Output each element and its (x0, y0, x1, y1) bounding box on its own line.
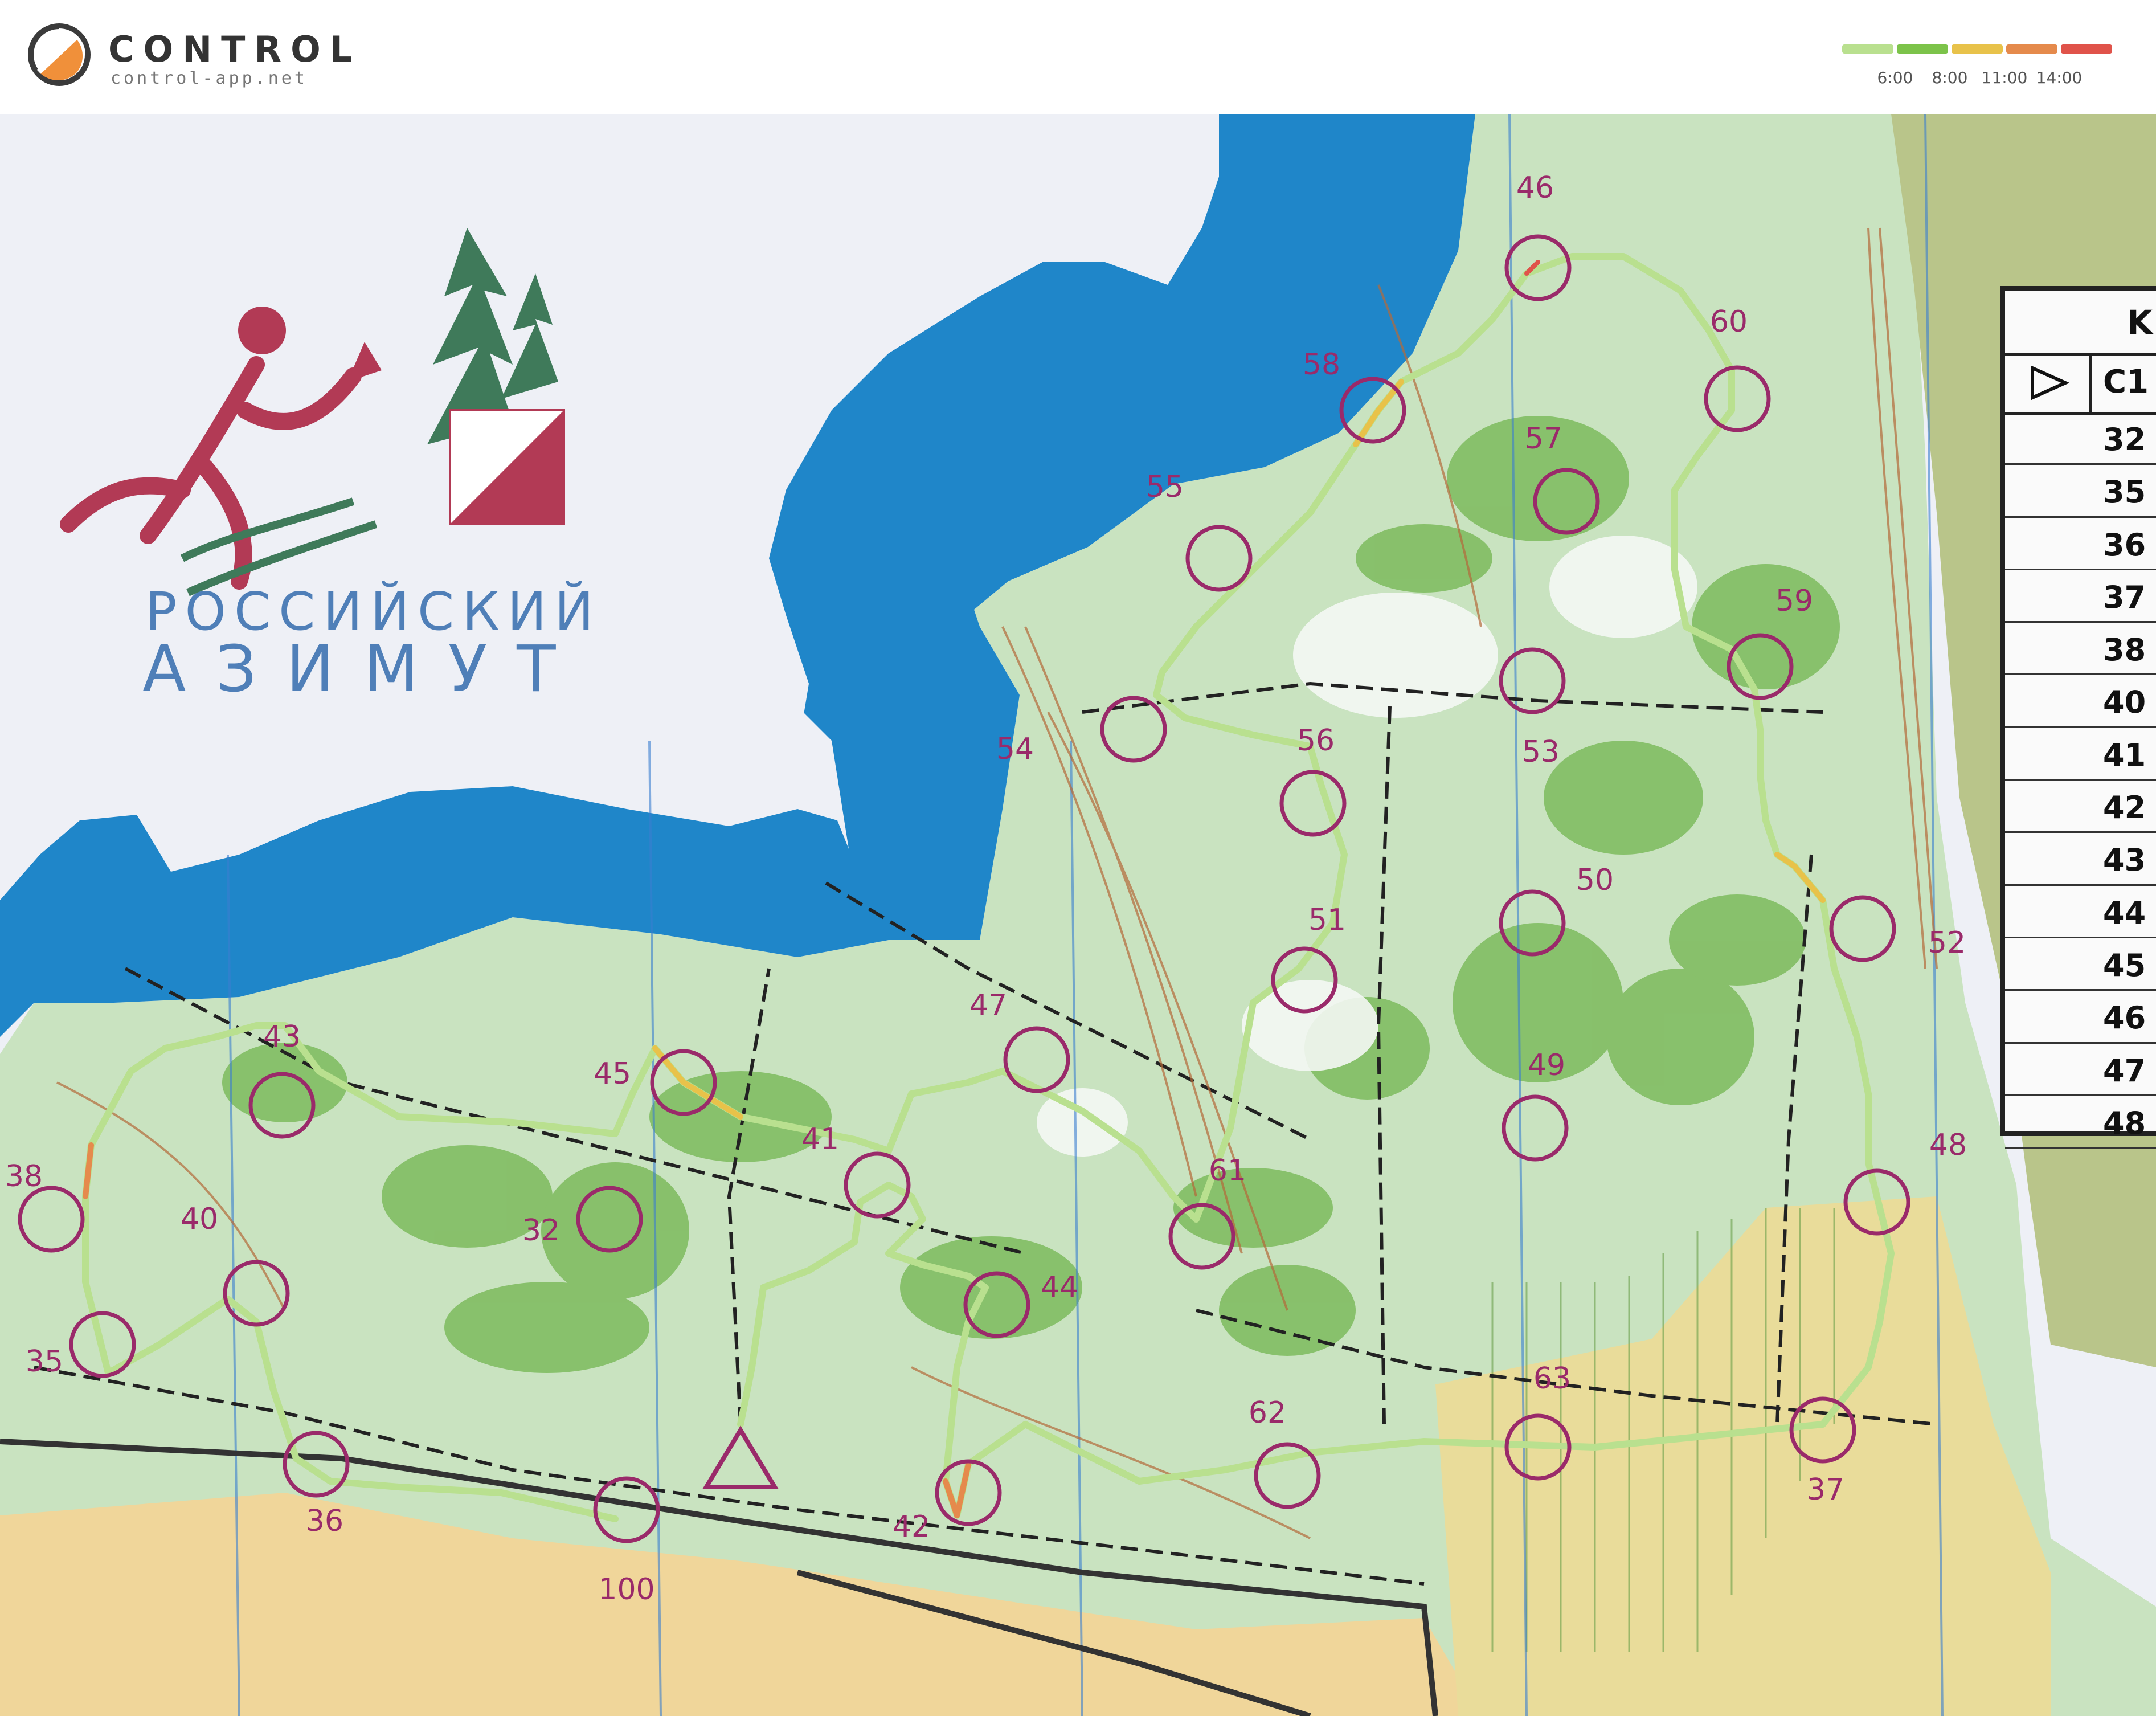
description-row: 43 (2005, 833, 2156, 886)
legend-label-3: 11:00 (1981, 68, 2028, 87)
logo-text-line2: АЗИМУТ (142, 632, 586, 706)
legend-label-4: 14:00 (2036, 68, 2083, 87)
description-row-code: 40 (2103, 684, 2146, 721)
description-row-code: 37 (2103, 579, 2146, 615)
control-label-35[interactable]: 35 (26, 1345, 63, 1379)
control-label-36[interactable]: 36 (306, 1504, 343, 1538)
description-class-label: C1 (2103, 363, 2149, 401)
control-label-100[interactable]: 100 (598, 1572, 654, 1607)
description-row: 38 (2005, 623, 2156, 676)
description-row-code: 42 (2103, 790, 2146, 826)
brand-url[interactable]: control-app.net (111, 68, 308, 88)
control-description-table: K C1 32 35 36 37 38 40 41 42 43 44 45 46… (2000, 286, 2156, 1149)
control-label-59[interactable]: 59 (1775, 584, 1813, 618)
orienteering-map[interactable]: РОССИЙСКИЙ АЗИМУТ 100 35 36 32 38 40 43 … (0, 114, 2156, 1716)
control-label-37[interactable]: 37 (1807, 1473, 1844, 1507)
control-label-44[interactable]: 44 (1041, 1270, 1078, 1305)
control-label-50[interactable]: 50 (1576, 863, 1614, 897)
description-row-code: 44 (2103, 894, 2146, 931)
description-row: 42 (2005, 781, 2156, 834)
description-row: 35 (2005, 465, 2156, 518)
control-label-53[interactable]: 53 (1522, 735, 1560, 769)
control-label-62[interactable]: 62 (1249, 1396, 1286, 1430)
control-label-42[interactable]: 42 (893, 1510, 930, 1544)
description-row-code: 43 (2103, 842, 2146, 879)
control-label-48[interactable]: 48 (1929, 1128, 1967, 1162)
legend-label-2: 8:00 (1932, 68, 1968, 87)
control-label-46[interactable]: 46 (1516, 171, 1554, 205)
description-row-code: 35 (2103, 474, 2146, 510)
start-triangle-icon (2031, 366, 2069, 400)
control-label-32[interactable]: 32 (522, 1214, 560, 1248)
description-row-code: 41 (2103, 737, 2146, 773)
control-label-47[interactable]: 47 (969, 988, 1007, 1023)
description-divider (2089, 353, 2092, 412)
description-class-row: C1 (2005, 353, 2156, 415)
description-row: 37 (2005, 570, 2156, 623)
legend-label-1: 6:00 (1877, 68, 1913, 87)
app-header: CONTROL control-app.net 6:00 8:00 11:00 … (0, 0, 2156, 115)
control-label-63[interactable]: 63 (1533, 1362, 1571, 1396)
description-row-code: 45 (2103, 947, 2146, 983)
description-row: 36 (2005, 518, 2156, 570)
description-row: 32 (2005, 412, 2156, 465)
description-row: 45 (2005, 938, 2156, 991)
description-row-code: 46 (2103, 1000, 2146, 1036)
legend-color-5 (2061, 44, 2112, 54)
control-label-52[interactable]: 52 (1928, 926, 1966, 960)
legend-color-2 (1897, 44, 1948, 54)
control-label-40[interactable]: 40 (181, 1202, 218, 1236)
control-label-43[interactable]: 43 (263, 1020, 301, 1054)
description-header-letter: K (2127, 303, 2153, 342)
legend-color-4 (2006, 44, 2057, 54)
legend-color-3 (1952, 44, 2003, 54)
control-label-58[interactable]: 58 (1303, 348, 1340, 382)
description-row: 44 (2005, 886, 2156, 938)
control-label-41[interactable]: 41 (801, 1122, 839, 1157)
control-label-38[interactable]: 38 (5, 1159, 43, 1194)
time-legend: 6:00 8:00 11:00 14:00 (1842, 44, 2127, 90)
control-label-61[interactable]: 61 (1209, 1154, 1246, 1188)
control-label-45[interactable]: 45 (594, 1057, 631, 1091)
control-logo-icon (28, 23, 91, 86)
description-row-code: 32 (2103, 422, 2146, 457)
description-row: 47 (2005, 1044, 2156, 1096)
description-table-header: K (2005, 291, 2156, 356)
control-label-57[interactable]: 57 (1525, 422, 1562, 456)
control-label-51[interactable]: 51 (1308, 903, 1346, 937)
description-row-code: 47 (2103, 1052, 2146, 1089)
description-row: 46 (2005, 991, 2156, 1044)
control-label-54[interactable]: 54 (996, 732, 1034, 766)
control-label-55[interactable]: 55 (1146, 470, 1184, 504)
description-row-code: 38 (2103, 632, 2146, 668)
description-row-code: 36 (2103, 526, 2146, 563)
description-row: 40 (2005, 675, 2156, 728)
description-row: 48 (2005, 1096, 2156, 1149)
description-row-code: 48 (2103, 1105, 2146, 1141)
control-label-56[interactable]: 56 (1297, 724, 1335, 758)
legend-color-1 (1842, 44, 1893, 54)
control-label-60[interactable]: 60 (1710, 305, 1748, 339)
description-row: 41 (2005, 728, 2156, 781)
description-rows: 32 35 36 37 38 40 41 42 43 44 45 46 47 4… (2005, 412, 2156, 1149)
control-label-49[interactable]: 49 (1528, 1048, 1565, 1082)
brand-name: CONTROL (108, 28, 362, 70)
